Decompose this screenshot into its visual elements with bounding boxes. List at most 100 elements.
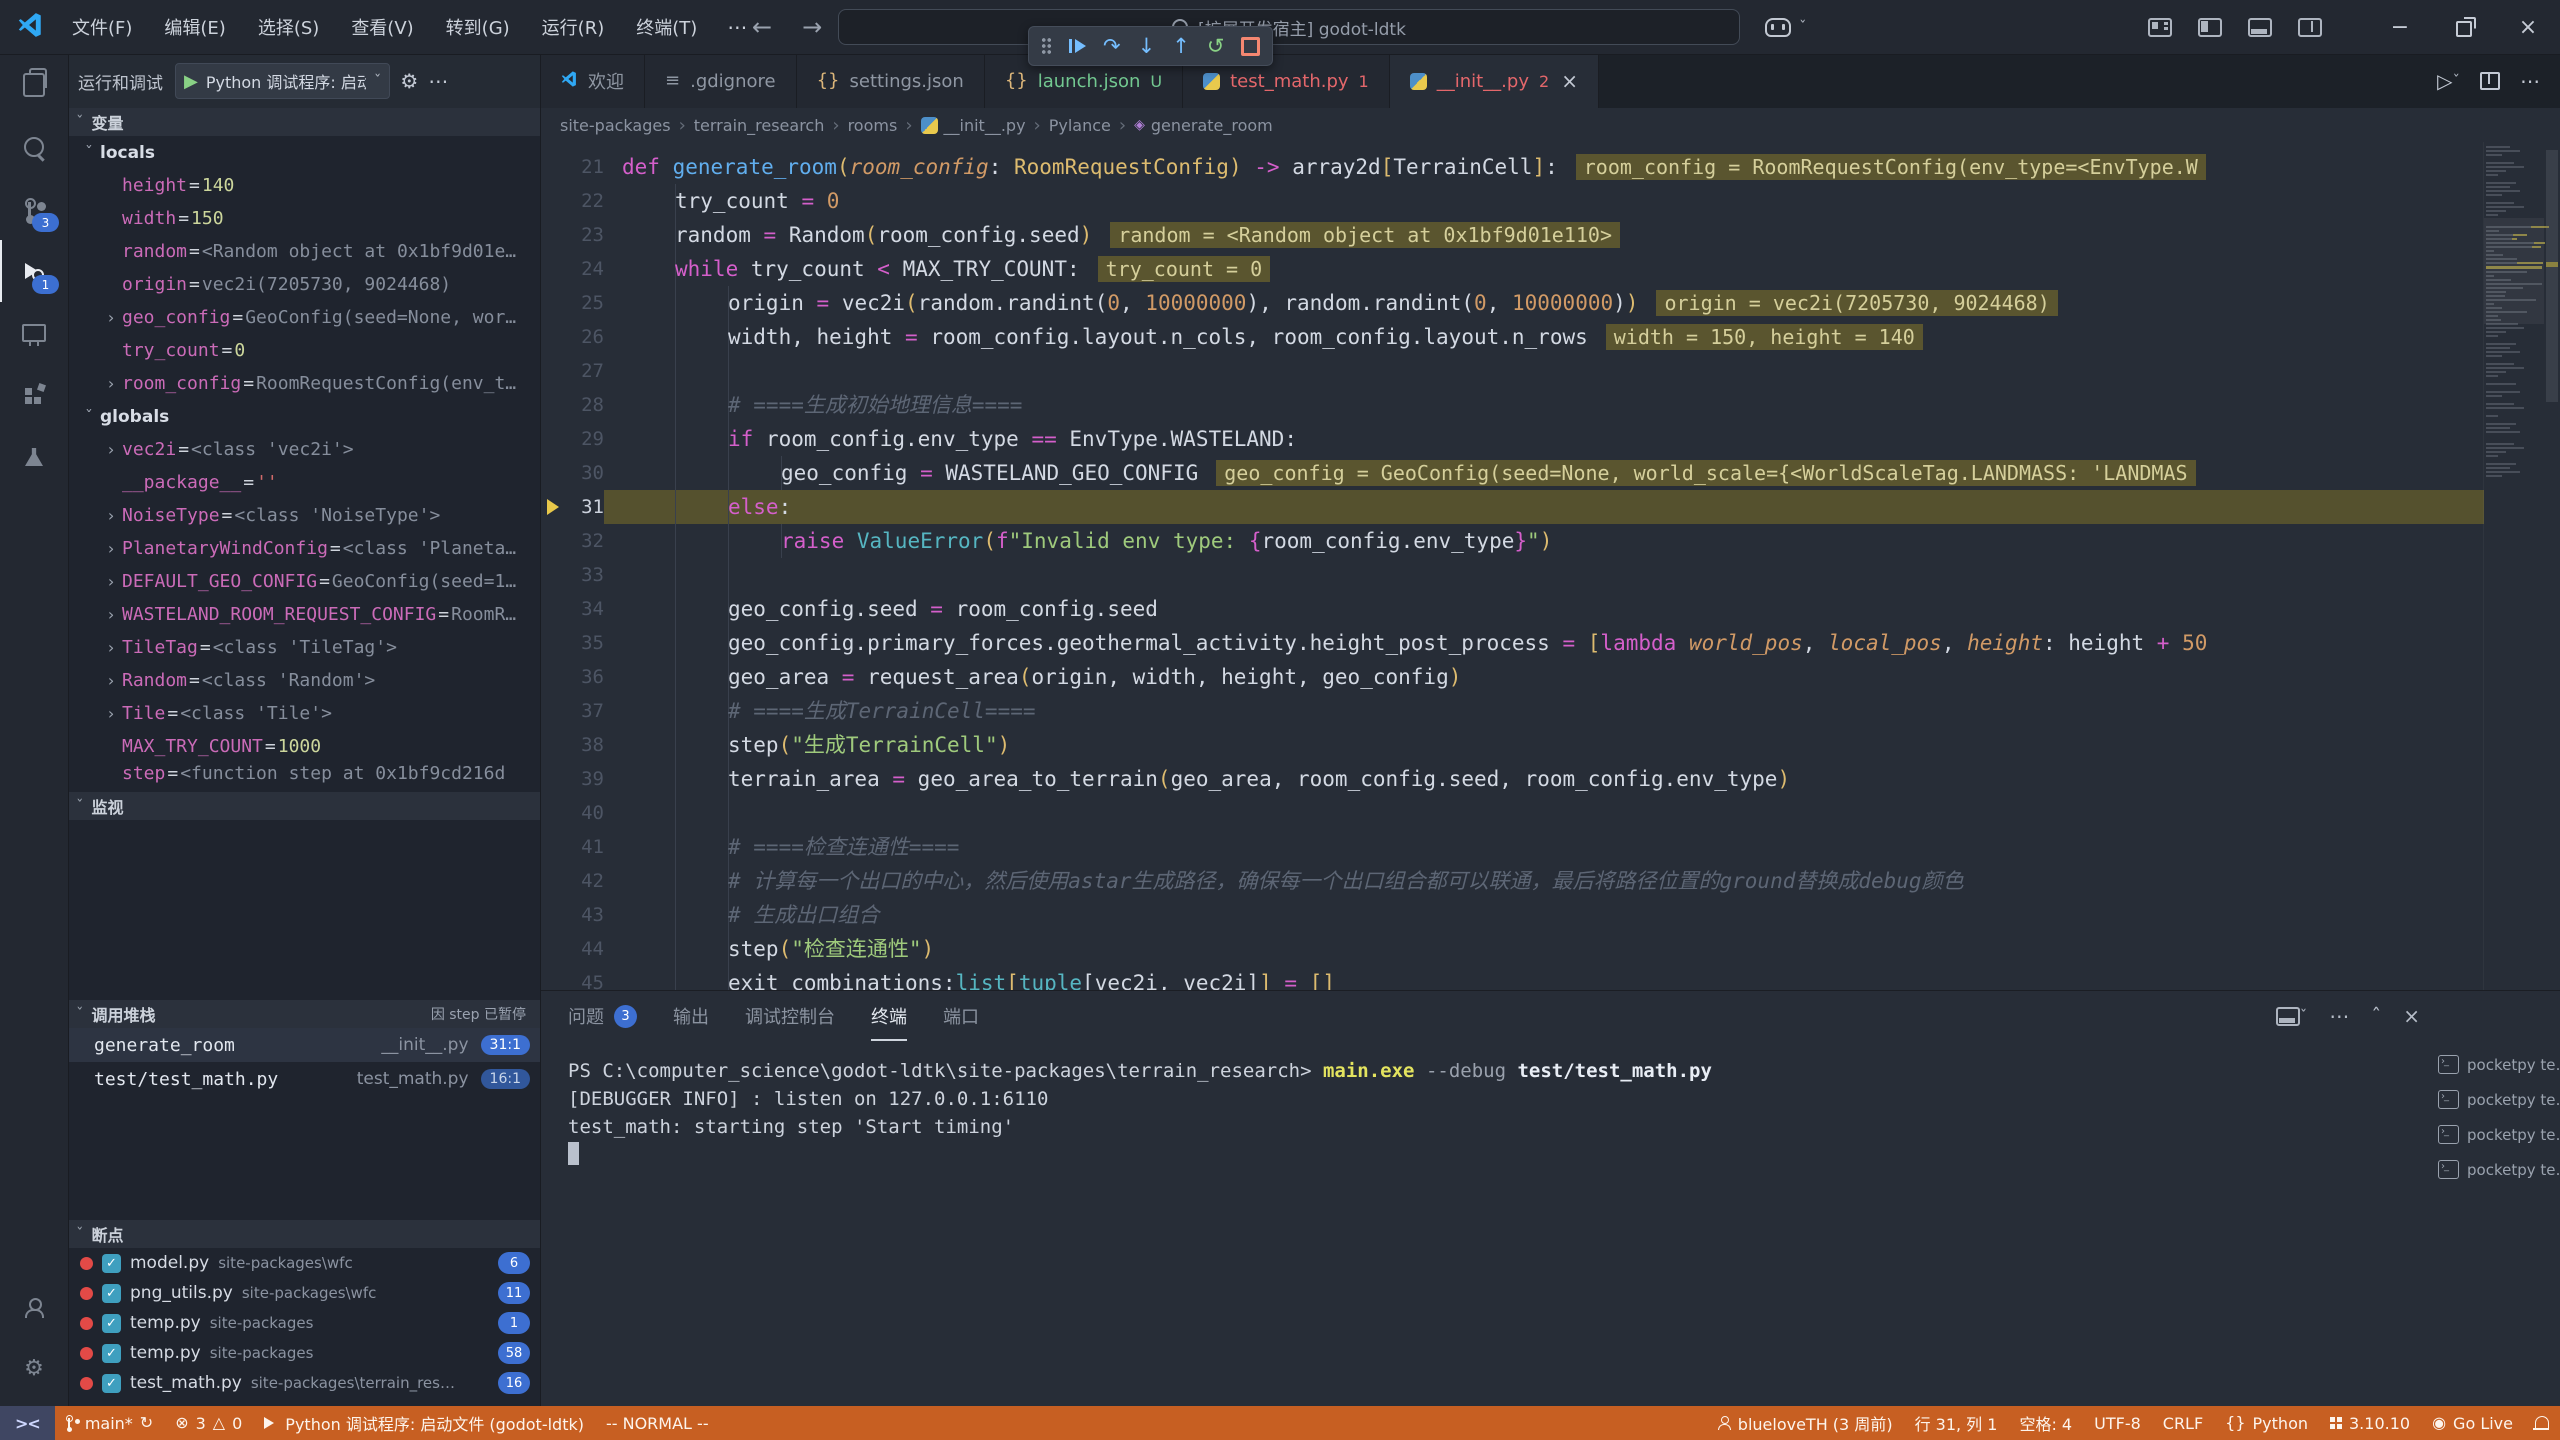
- toggle-primary-sidebar-icon[interactable]: [2198, 18, 2222, 37]
- code-line-30[interactable]: 30geo_config = WASTELAND_GEO_CONFIGgeo_c…: [540, 456, 2484, 490]
- command-center-search[interactable]: [扩展开发宿主] godot-ldtk: [838, 9, 1740, 45]
- code-line-40[interactable]: 40: [540, 796, 2484, 830]
- code-line-44[interactable]: 44step("检查连通性"): [540, 932, 2484, 966]
- breakpoint-row[interactable]: ✓test_math.pysite-packages\terrain_res…1…: [68, 1368, 540, 1398]
- variable-row[interactable]: ›TileTag = <class 'TileTag'>: [68, 631, 540, 664]
- status-git-branch[interactable]: main*↻: [55, 1406, 164, 1440]
- code-line-43[interactable]: 43# 生成出口组合: [540, 898, 2484, 932]
- restart-button[interactable]: ↺: [1207, 36, 1225, 57]
- minimap-slider[interactable]: [2484, 218, 2544, 324]
- activity-accounts[interactable]: [0, 1276, 68, 1338]
- variable-row[interactable]: height = 140: [68, 169, 540, 202]
- code-line-27[interactable]: 27: [540, 354, 2484, 388]
- status-cursor-position[interactable]: 行 31, 列 1: [1904, 1406, 2009, 1440]
- breakpoint-checkbox[interactable]: ✓: [102, 1284, 121, 1303]
- status-language-mode[interactable]: {}Python: [2214, 1406, 2319, 1440]
- status-notifications[interactable]: [2524, 1406, 2560, 1440]
- variable-row[interactable]: ›DEFAULT_GEO_CONFIG = GeoConfig(seed=1…: [68, 565, 540, 598]
- restore-icon[interactable]: [2432, 0, 2496, 54]
- breadcrumb-item[interactable]: site-packages: [560, 116, 671, 135]
- activity-run-and-debug[interactable]: 1: [0, 240, 68, 302]
- menu-item-1[interactable]: 编辑(E): [152, 9, 237, 45]
- breakpoint-checkbox[interactable]: ✓: [102, 1374, 121, 1393]
- breakpoint-checkbox[interactable]: ✓: [102, 1314, 121, 1333]
- code-line-42[interactable]: 42# 计算每一个出口的中心，然后使用astar生成路径，确保每一个出口组合都可…: [540, 864, 2484, 898]
- terminal-list-item[interactable]: pocketpy te…: [2438, 1047, 2560, 1082]
- code-line-28[interactable]: 28# ====生成初始地理信息====: [540, 388, 2484, 422]
- breakpoint-row[interactable]: ✓png_utils.pysite-packages\wfc11: [68, 1278, 540, 1308]
- activity-remote-explorer[interactable]: [0, 302, 68, 364]
- run-python-file[interactable]: ▷ˇ: [2437, 71, 2460, 91]
- status-vim-mode[interactable]: -- NORMAL --: [595, 1406, 720, 1440]
- variable-row[interactable]: origin = vec2i(7205730, 9024468): [68, 268, 540, 301]
- watch-section-header[interactable]: ˇ 监视: [68, 792, 540, 820]
- code-line-23[interactable]: 23random = Random(room_config.seed)rando…: [540, 218, 2484, 252]
- terminal-list-item[interactable]: pocketpy te…: [2438, 1082, 2560, 1117]
- panel-tab-调试控制台[interactable]: 调试控制台: [745, 991, 835, 1041]
- code-line-20[interactable]: 20: [540, 142, 2484, 150]
- toggle-panel-icon[interactable]: [2248, 18, 2272, 37]
- menu-item-2[interactable]: 选择(S): [246, 9, 331, 45]
- terminal-output[interactable]: PS C:\computer_science\godot-ldtk\site-p…: [568, 1057, 2430, 1169]
- variable-row[interactable]: width = 150: [68, 202, 540, 235]
- step-out-button[interactable]: ↑: [1172, 36, 1190, 57]
- step-into-button[interactable]: ↓: [1138, 36, 1156, 57]
- activity-manage-settings[interactable]: ⚙: [0, 1338, 68, 1400]
- code-line-25[interactable]: 25origin = vec2i(random.randint(0, 10000…: [540, 286, 2484, 320]
- status-git-blame[interactable]: blueloveTH (3 周前): [1707, 1406, 1904, 1440]
- back-icon[interactable]: ←: [752, 15, 772, 39]
- variables-section-header[interactable]: ˇ 变量: [68, 108, 540, 136]
- activity-extensions[interactable]: [0, 364, 68, 426]
- stop-button[interactable]: [1241, 37, 1260, 56]
- variable-row[interactable]: random = <Random object at 0x1bf9d01e…: [68, 235, 540, 268]
- terminal-list-item[interactable]: pocketpy te…: [2438, 1117, 2560, 1152]
- breadcrumb-item[interactable]: ◈generate_room: [1134, 116, 1273, 135]
- variable-row[interactable]: MAX_TRY_COUNT = 1000: [68, 730, 540, 763]
- breakpoints-section-header[interactable]: ˇ 断点: [68, 1220, 540, 1248]
- code-line-24[interactable]: 24while try_count < MAX_TRY_COUNT:try_co…: [540, 252, 2484, 286]
- code-line-32[interactable]: 32raise ValueError(f"Invalid env type: {…: [540, 524, 2484, 558]
- tab-欢迎[interactable]: 欢迎: [540, 54, 645, 108]
- code-line-45[interactable]: 45exit_combinations:list[tuple[vec2i, ve…: [540, 966, 2484, 990]
- variable-row[interactable]: ›vec2i = <class 'vec2i'>: [68, 433, 540, 466]
- more-actions-icon[interactable]: ⋯: [428, 71, 448, 91]
- breakpoint-row[interactable]: ✓temp.pysite-packages1: [68, 1308, 540, 1338]
- status-encoding[interactable]: UTF-8: [2083, 1406, 2152, 1440]
- customize-layout-icon[interactable]: [2148, 18, 2172, 37]
- variable-row[interactable]: ›NoiseType = <class 'NoiseType'>: [68, 499, 540, 532]
- code-line-35[interactable]: 35geo_config.primary_forces.geothermal_a…: [540, 626, 2484, 660]
- menu-item-5[interactable]: 运行(R): [530, 9, 617, 45]
- terminal-view-select[interactable]: ˇ: [2276, 1007, 2308, 1026]
- status-remote-indicator[interactable]: ><: [0, 1406, 55, 1440]
- breadcrumb-item[interactable]: Pylance: [1049, 116, 1111, 135]
- more-actions[interactable]: ⋯: [2520, 71, 2540, 91]
- variable-row[interactable]: step = <function step at 0x1bf9cd216d: [68, 763, 540, 783]
- continue-button[interactable]: [1069, 38, 1086, 54]
- minimize-icon[interactable]: −: [2368, 0, 2432, 54]
- split-editor[interactable]: [2480, 72, 2500, 90]
- menu-item-3[interactable]: 查看(V): [339, 9, 425, 45]
- breadcrumb-item[interactable]: terrain_research: [694, 116, 825, 135]
- toggle-secondary-sidebar-icon[interactable]: [2298, 18, 2322, 37]
- code-line-21[interactable]: 21def generate_room(room_config: RoomReq…: [540, 150, 2484, 184]
- breadcrumb-item[interactable]: __init__.py: [921, 116, 1026, 135]
- variable-row[interactable]: ›Tile = <class 'Tile'>: [68, 697, 540, 730]
- close-icon[interactable]: ×: [1561, 69, 1578, 93]
- variable-row[interactable]: ›WASTELAND_ROOM_REQUEST_CONFIG = RoomR…: [68, 598, 540, 631]
- status-indentation[interactable]: 空格: 4: [2008, 1406, 2083, 1440]
- panel-tab-端口[interactable]: 端口: [943, 991, 979, 1041]
- breakpoint-checkbox[interactable]: ✓: [102, 1254, 121, 1273]
- code-line-31[interactable]: 31else:: [540, 490, 2484, 524]
- scrollbar-thumb[interactable]: [2546, 150, 2558, 402]
- breakpoint-row[interactable]: ✓temp.pysite-packages58: [68, 1338, 540, 1368]
- activity-explorer[interactable]: [0, 54, 68, 116]
- code-line-41[interactable]: 41# ====检查连通性====: [540, 830, 2484, 864]
- variable-row[interactable]: ›PlanetaryWindConfig = <class 'Planeta…: [68, 532, 540, 565]
- code-line-34[interactable]: 34geo_config.seed = room_config.seed: [540, 592, 2484, 626]
- menu-item-6[interactable]: 终端(T): [624, 9, 709, 45]
- variable-group-locals[interactable]: ˇlocals: [68, 136, 540, 169]
- breakpoint-row[interactable]: ✓model.pysite-packages\wfc6: [68, 1248, 540, 1278]
- more-actions[interactable]: ⋯: [2329, 1006, 2349, 1026]
- variable-row[interactable]: try_count = 0: [68, 334, 540, 367]
- variable-row[interactable]: ›room_config = RoomRequestConfig(env_t…: [68, 367, 540, 400]
